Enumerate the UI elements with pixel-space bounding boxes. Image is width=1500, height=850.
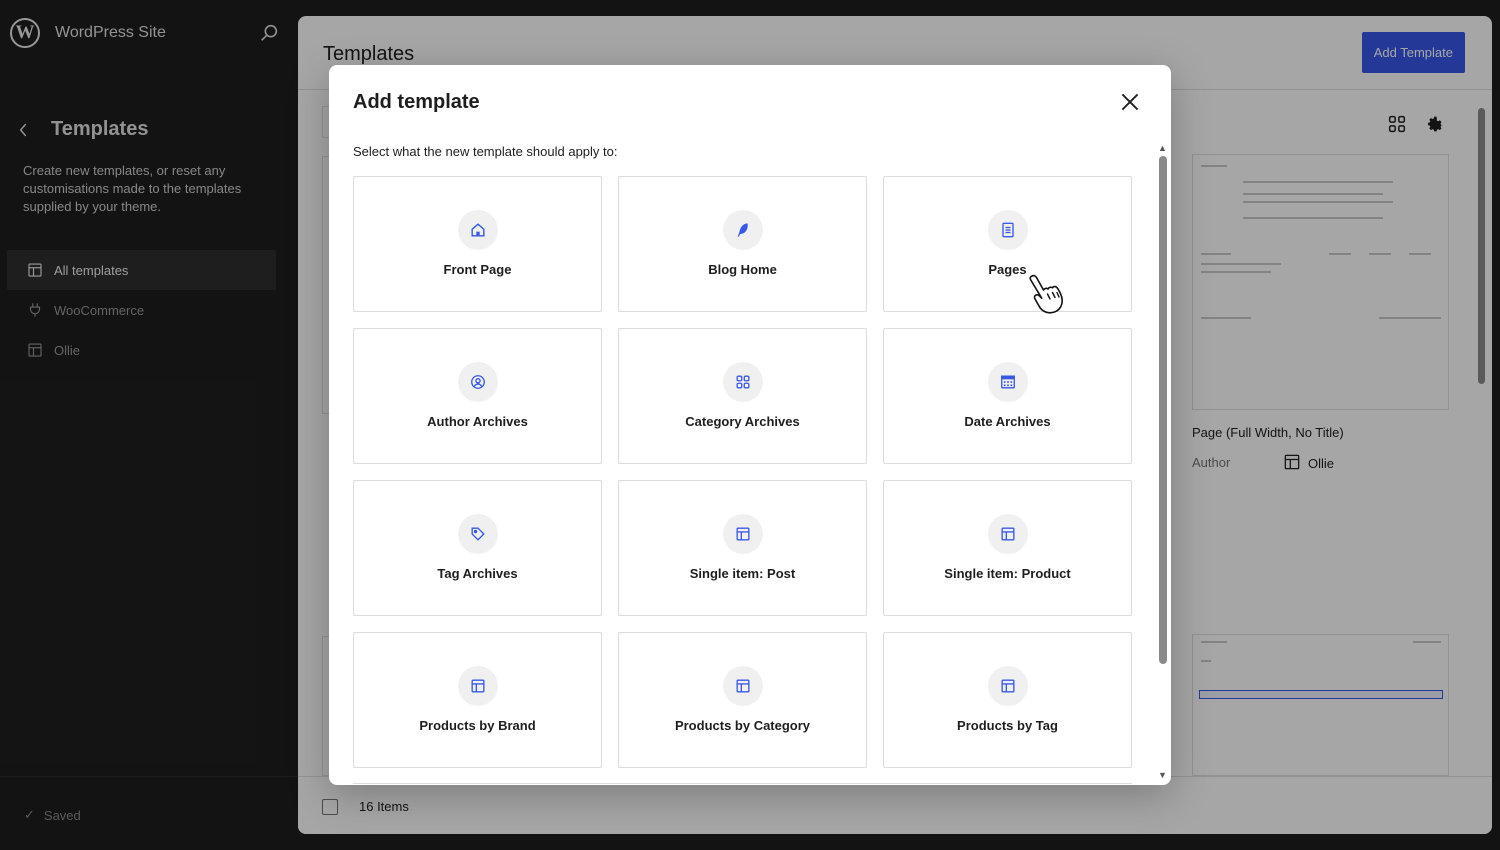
- layout-icon: [722, 513, 763, 554]
- page-icon: [987, 209, 1028, 250]
- option-products-by-brand[interactable]: Products by Brand: [353, 632, 602, 768]
- home-icon: [457, 209, 498, 250]
- option-blog-home[interactable]: Blog Home: [618, 176, 867, 312]
- option-front-page[interactable]: Front Page: [353, 176, 602, 312]
- option-label: Blog Home: [708, 261, 777, 277]
- option-single-item-product[interactable]: Single item: Product: [883, 480, 1132, 616]
- option-author-archives[interactable]: Author Archives: [353, 328, 602, 464]
- template-options-grid: Front Page Blog Home Pages Author Archiv…: [353, 176, 1132, 768]
- option-pages[interactable]: Pages: [883, 176, 1132, 312]
- layout-icon: [987, 665, 1028, 706]
- category-icon: [722, 361, 763, 402]
- next-row-edge: [353, 783, 1132, 785]
- option-label: Single item: Product: [944, 565, 1071, 581]
- option-label: Author Archives: [427, 413, 528, 429]
- option-label: Single item: Post: [689, 565, 796, 581]
- tag-icon: [457, 513, 498, 554]
- option-single-item-post[interactable]: Single item: Post: [618, 480, 867, 616]
- layout-icon: [987, 513, 1028, 554]
- option-label: Date Archives: [964, 413, 1051, 429]
- feather-icon: [722, 209, 763, 250]
- close-icon[interactable]: [1117, 89, 1143, 115]
- option-category-archives[interactable]: Category Archives: [618, 328, 867, 464]
- scroll-up-arrow-icon[interactable]: ▲: [1158, 143, 1167, 153]
- option-label: Products by Category: [674, 717, 811, 733]
- option-label: Front Page: [443, 261, 512, 277]
- option-products-by-category[interactable]: Products by Category: [618, 632, 867, 768]
- scroll-down-arrow-icon[interactable]: ▼: [1158, 770, 1167, 780]
- layout-icon: [457, 665, 498, 706]
- modal-scrollbar[interactable]: [1159, 156, 1167, 664]
- option-date-archives[interactable]: Date Archives: [883, 328, 1132, 464]
- modal-subtitle: Select what the new template should appl…: [353, 144, 618, 159]
- user-circle-icon: [457, 361, 498, 402]
- calendar-icon: [987, 361, 1028, 402]
- layout-icon: [722, 665, 763, 706]
- add-template-modal: Add template Select what the new templat…: [329, 65, 1171, 785]
- hand-cursor-icon: [1029, 274, 1063, 314]
- option-label: Products by Tag: [957, 717, 1058, 733]
- option-label: Pages: [988, 261, 1027, 277]
- option-tag-archives[interactable]: Tag Archives: [353, 480, 602, 616]
- option-label: Category Archives: [685, 413, 800, 429]
- option-label: Tag Archives: [437, 565, 518, 581]
- option-products-by-tag[interactable]: Products by Tag: [883, 632, 1132, 768]
- modal-title: Add template: [353, 91, 480, 113]
- option-label: Products by Brand: [419, 717, 536, 733]
